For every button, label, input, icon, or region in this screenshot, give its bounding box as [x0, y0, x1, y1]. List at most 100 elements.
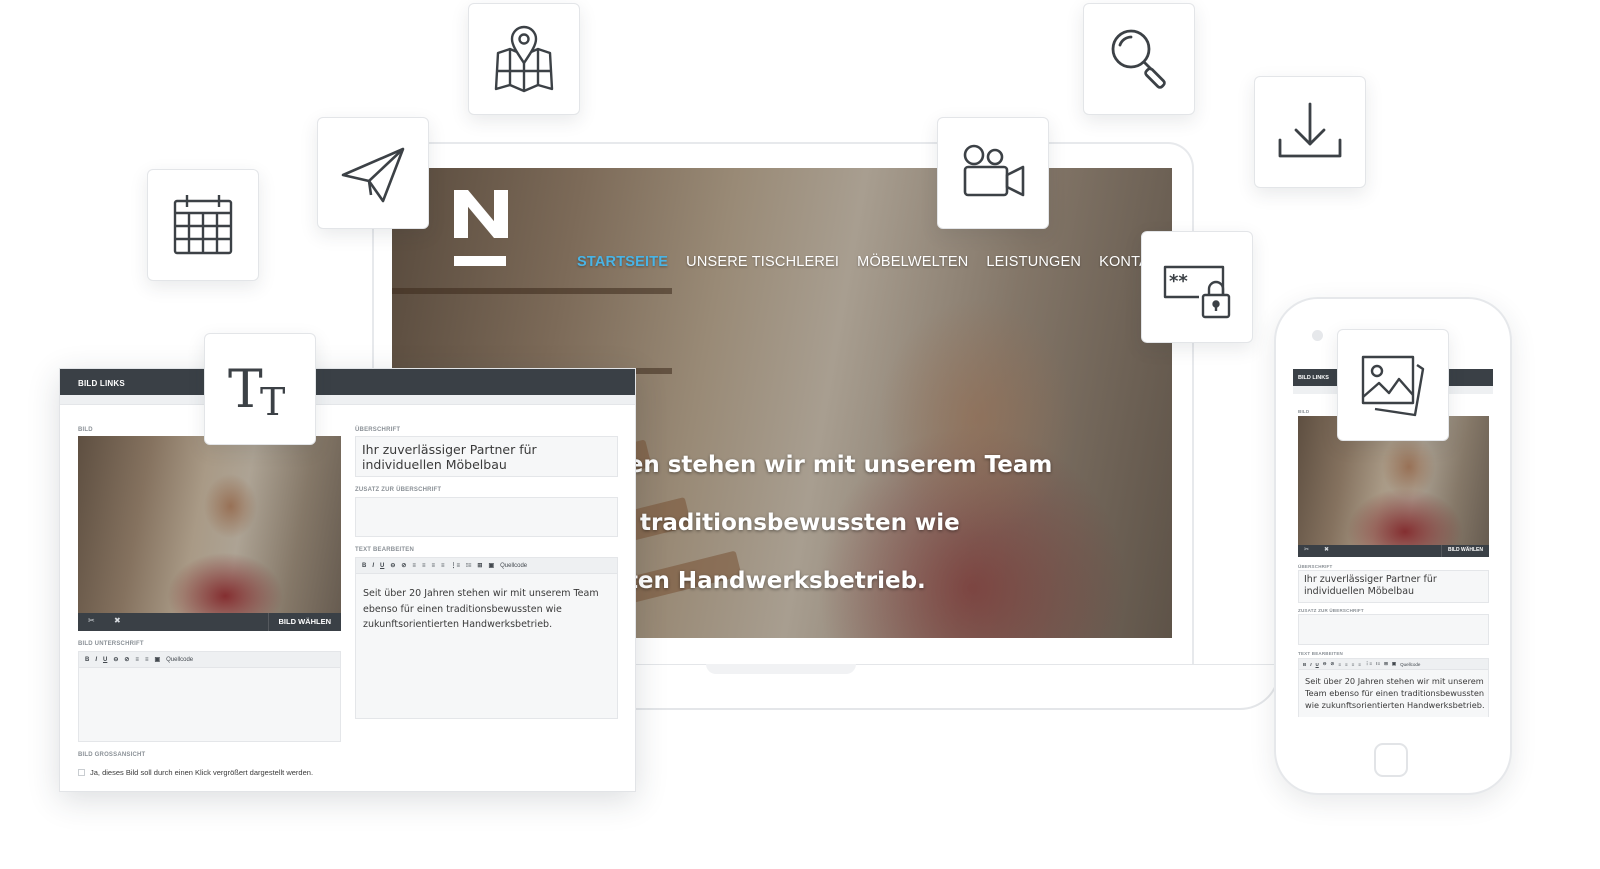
nav-item-moebelwelten[interactable]: MÖBELWELTEN	[857, 254, 968, 270]
bold-button[interactable]: B	[1303, 662, 1306, 667]
site-logo[interactable]	[454, 190, 508, 270]
phone-body-text: Seit über 20 Jahren stehen wir mit unser…	[1305, 676, 1485, 710]
password-lock-icon: **	[1163, 265, 1231, 319]
enlarge-label: BILD GROSSANSICHT	[78, 752, 146, 758]
align-center-icon[interactable]: ≡	[422, 563, 426, 569]
image-gallery-icon	[1361, 355, 1425, 417]
source-code-button[interactable]: Quellcode	[166, 657, 193, 663]
align-center-icon[interactable]: ≡	[145, 657, 149, 663]
phone-text-label: TEXT BEARBEITEN	[1298, 651, 1344, 656]
ordered-list-icon[interactable]: ⋮≡	[1365, 661, 1372, 667]
phone-text-editor[interactable]: B I U ⊖ ⊘ ≡ ≡ ≡ ≡ ⋮≡ ⁝≡ ⊞ ▣ Quellcode Se…	[1298, 658, 1489, 717]
unlink-icon[interactable]: ⊘	[1331, 661, 1335, 667]
cms-edit-panel: BILD LINKS BILD ✂ ✖ BILD WÄHLEN BILD UNT…	[59, 368, 636, 792]
nav-item-unsere-tischlerei[interactable]: UNSERE TISCHLEREI	[686, 254, 839, 270]
source-code-button[interactable]: Quellcode	[500, 563, 527, 569]
hero-headline: hren stehen wir mit unserem Team en trad…	[600, 422, 1160, 625]
ordered-list-icon[interactable]: ⋮≡	[450, 562, 460, 569]
cms-panel-subheader	[60, 395, 635, 405]
phone-heading-label: ÜBERSCHRIFT	[1298, 564, 1333, 569]
italic-button[interactable]: I	[372, 563, 374, 569]
subheading-label: ZUSATZ ZUR ÜBERSCHRIFT	[355, 487, 442, 493]
link-icon[interactable]: ⊖	[113, 656, 118, 663]
bullet-list-icon[interactable]: ⁝≡	[1376, 661, 1380, 667]
nav-item-startseite[interactable]: STARTSEITE	[577, 254, 668, 270]
unlink-icon[interactable]: ⊘	[124, 656, 129, 663]
bold-button[interactable]: B	[362, 563, 366, 569]
italic-button[interactable]: I	[95, 657, 97, 663]
enlarge-checkbox[interactable]	[78, 769, 85, 776]
laptop-notch	[706, 664, 856, 674]
phone-home-button[interactable]	[1374, 743, 1408, 777]
align-left-icon[interactable]: ≡	[135, 657, 139, 663]
nav-item-leistungen[interactable]: LEISTUNGEN	[986, 254, 1081, 270]
caption-editor-toolbar: B I U ⊖ ⊘ ≡ ≡ ▣ Quellcode	[79, 652, 340, 668]
hero-line: erten Handwerksbetrieb.	[600, 568, 926, 594]
body-text: Seit über 20 Jahren stehen wir mit unser…	[363, 588, 599, 630]
caption-editor[interactable]: B I U ⊖ ⊘ ≡ ≡ ▣ Quellcode	[78, 651, 341, 742]
heading-field[interactable]: Ihr zuverlässiger Partner für individuel…	[355, 436, 618, 477]
phone-camera	[1312, 330, 1323, 341]
calendar-icon	[173, 195, 233, 255]
subheading-field[interactable]	[355, 497, 618, 537]
phone-subheading-field[interactable]	[1298, 614, 1489, 645]
align-right-icon[interactable]: ≡	[431, 563, 435, 569]
phone-heading-field[interactable]: Ihr zuverlässiger Partner für individuel…	[1298, 570, 1489, 603]
source-code-button[interactable]: Quellcode	[1400, 662, 1420, 667]
image-insert-icon[interactable]: ▣	[154, 656, 160, 663]
phone-heading-value: Ihr zuverlässiger Partner für individuel…	[1304, 574, 1437, 597]
svg-text:**: **	[1169, 271, 1188, 292]
calendar-tile	[147, 169, 259, 281]
background-shelf	[392, 288, 672, 294]
bold-button[interactable]: B	[85, 657, 89, 663]
map-tile	[468, 3, 580, 115]
underline-button[interactable]: U	[380, 563, 384, 569]
crop-icon[interactable]: ✂	[1304, 546, 1309, 553]
unlink-icon[interactable]: ⊘	[401, 562, 406, 569]
phone-image-label: BILD	[1298, 409, 1310, 414]
phone-editor-toolbar: B I U ⊖ ⊘ ≡ ≡ ≡ ≡ ⋮≡ ⁝≡ ⊞ ▣ Quellcode	[1299, 659, 1488, 670]
remove-icon[interactable]: ✖	[1324, 546, 1329, 553]
site-navigation: STARTSEITE UNSERE TISCHLEREI MÖBELWELTEN…	[577, 254, 1168, 270]
justify-icon[interactable]: ≡	[1358, 662, 1361, 667]
link-icon[interactable]: ⊖	[390, 562, 395, 569]
table-icon[interactable]: ⊞	[477, 562, 482, 569]
text-label: TEXT BEARBEITEN	[355, 547, 415, 553]
cms-panel-title: BILD LINKS	[78, 379, 125, 388]
underline-button[interactable]: U	[103, 657, 107, 663]
align-center-icon[interactable]: ≡	[1345, 662, 1348, 667]
gallery-tile	[1337, 329, 1449, 441]
cms-panel-header: BILD LINKS	[60, 369, 635, 395]
justify-icon[interactable]: ≡	[441, 563, 445, 569]
search-tile	[1083, 3, 1195, 115]
phone-choose-image-button[interactable]: BILD WÄHLEN	[1441, 545, 1489, 557]
phone-image-toolbar: ✂ ✖ BILD WÄHLEN	[1298, 545, 1489, 557]
enlarge-checkbox-label: Ja, dieses Bild soll durch einen Klick v…	[90, 768, 314, 777]
video-camera-icon	[963, 144, 1025, 197]
bullet-list-icon[interactable]: ⁝≡	[466, 562, 471, 569]
hero-line: en traditionsbewussten wie	[600, 510, 960, 536]
remove-icon[interactable]: ✖	[114, 616, 121, 625]
italic-button[interactable]: I	[1310, 662, 1311, 667]
align-left-icon[interactable]: ≡	[1338, 662, 1341, 667]
text-editor-toolbar: B I U ⊖ ⊘ ≡ ≡ ≡ ≡ ⋮≡ ⁝≡ ⊞ ▣ Quellcode	[356, 558, 617, 574]
choose-image-button[interactable]: BILD WÄHLEN	[267, 613, 342, 631]
hero-line: hren stehen wir mit unserem Team	[600, 452, 1053, 478]
link-icon[interactable]: ⊖	[1323, 661, 1327, 667]
text-size-icon: T T	[228, 360, 285, 424]
crop-icon[interactable]: ✂	[88, 616, 95, 625]
image-insert-icon[interactable]: ▣	[488, 562, 494, 569]
map-pin-icon	[494, 25, 554, 93]
paper-plane-icon	[341, 147, 405, 203]
caption-label: BILD UNTERSCHRIFT	[78, 641, 144, 647]
image-preview[interactable]: ✂ ✖ BILD WÄHLEN	[78, 436, 341, 631]
image-insert-icon[interactable]: ▣	[1392, 661, 1396, 667]
table-icon[interactable]: ⊞	[1384, 661, 1388, 667]
align-left-icon[interactable]: ≡	[412, 563, 416, 569]
download-icon	[1278, 102, 1342, 158]
underline-button[interactable]: U	[1316, 662, 1319, 667]
download-tile	[1254, 76, 1366, 188]
svg-text:T: T	[260, 380, 285, 424]
text-editor[interactable]: B I U ⊖ ⊘ ≡ ≡ ≡ ≡ ⋮≡ ⁝≡ ⊞ ▣ Quellcode Se…	[355, 557, 618, 719]
align-right-icon[interactable]: ≡	[1352, 662, 1355, 667]
